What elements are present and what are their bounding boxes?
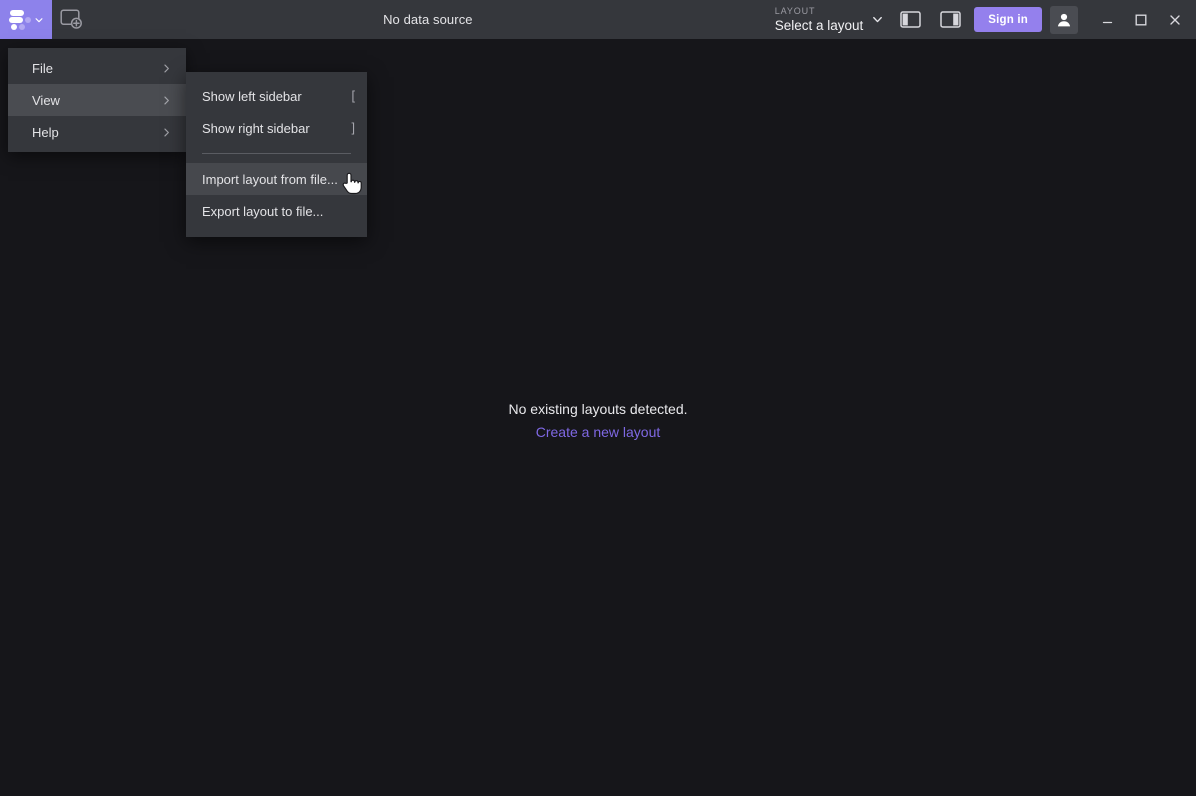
data-source-status: No data source [383, 12, 473, 27]
empty-layouts-state: No existing layouts detected. Create a n… [509, 398, 688, 443]
submenu-item-label: Show left sidebar [202, 88, 302, 104]
sign-in-button[interactable]: Sign in [974, 7, 1042, 32]
submenu-item-label: Export layout to file... [202, 203, 324, 219]
chevron-right-icon [164, 128, 169, 136]
menu-item-view[interactable]: View [8, 84, 186, 116]
submenu-item-show-left-sidebar[interactable]: Show left sidebar [ [186, 80, 367, 112]
menu-item-file[interactable]: File [8, 52, 186, 84]
chevron-right-icon [164, 96, 169, 104]
layout-picker[interactable]: LAYOUT Select a layout [765, 0, 891, 39]
empty-state-title: No existing layouts detected. [508, 401, 688, 417]
right-sidebar-icon [940, 11, 961, 28]
submenu-item-export-layout[interactable]: Export layout to file... [186, 195, 367, 227]
menu-item-help[interactable]: Help [8, 116, 186, 148]
add-panel-button[interactable] [52, 0, 91, 39]
window-maximize-button[interactable] [1124, 0, 1158, 39]
submenu-item-shortcut: [ [351, 89, 355, 103]
menu-item-label: View [32, 92, 60, 108]
submenu-item-label: Import layout from file... [202, 171, 338, 187]
main-canvas: No existing layouts detected. Create a n… [0, 39, 1196, 796]
submenu-item-label: Show right sidebar [202, 120, 310, 136]
app-menu-dropdown: File View Help [8, 48, 186, 152]
top-app-bar: No data source LAYOUT Select a layout Si… [0, 0, 1196, 39]
toggle-right-sidebar-button[interactable] [930, 0, 970, 39]
user-account-button[interactable] [1050, 5, 1078, 34]
data-source-area: No data source [91, 0, 765, 39]
topbar-right-controls: LAYOUT Select a layout Sign in [765, 0, 1196, 39]
left-sidebar-icon [900, 11, 921, 28]
close-icon [1170, 14, 1180, 25]
view-submenu-dropdown: Show left sidebar [ Show right sidebar ]… [186, 72, 367, 237]
menu-item-label: Help [32, 124, 59, 140]
toggle-left-sidebar-button[interactable] [890, 0, 930, 39]
app-menu-button[interactable] [0, 0, 52, 39]
submenu-divider [202, 153, 351, 154]
chevron-right-icon [164, 64, 169, 72]
app-window: No data source LAYOUT Select a layout Si… [0, 0, 1196, 796]
menu-item-label: File [32, 60, 53, 76]
chevron-down-icon [873, 16, 883, 23]
window-minimize-button[interactable] [1090, 0, 1124, 39]
user-avatar-icon [1057, 13, 1071, 26]
submenu-item-import-layout[interactable]: Import layout from file... [186, 163, 367, 195]
minimize-icon [1102, 21, 1112, 24]
foxglove-dots-logo [8, 9, 31, 30]
create-new-layout-link[interactable]: Create a new layout [509, 421, 688, 444]
layout-picker-value: Select a layout [774, 17, 864, 33]
layout-picker-label: LAYOUT [774, 5, 816, 16]
add-panel-icon [59, 8, 82, 29]
maximize-icon [1135, 14, 1147, 25]
chevron-down-icon [35, 17, 42, 22]
window-close-button[interactable] [1158, 0, 1192, 39]
submenu-item-shortcut: ] [351, 121, 355, 135]
submenu-item-show-right-sidebar[interactable]: Show right sidebar ] [186, 112, 367, 144]
